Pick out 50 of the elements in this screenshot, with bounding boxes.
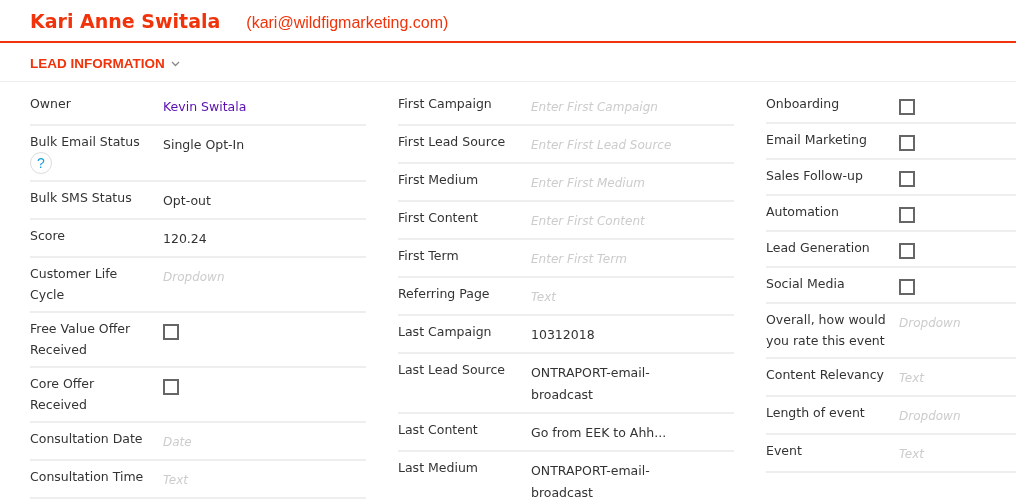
checkbox[interactable]: [899, 279, 915, 295]
help-icon[interactable]: ?: [30, 152, 52, 174]
field-label: Sales Follow-up: [766, 167, 864, 185]
field-label: First Content: [398, 209, 479, 227]
field-label: Score: [30, 227, 66, 245]
field-value: Go from EEK to Ahh...: [531, 424, 667, 442]
chevron-icon[interactable]: [170, 60, 180, 67]
field-label: Consultation Time: [30, 468, 145, 486]
checkbox[interactable]: [899, 171, 915, 187]
field-value: 120.24: [163, 230, 207, 248]
field-label: First Term: [398, 247, 460, 265]
field-value: Opt-out: [163, 192, 211, 210]
checkbox[interactable]: [163, 379, 179, 395]
checkbox[interactable]: [163, 324, 179, 340]
checkbox[interactable]: [899, 243, 915, 259]
checkbox[interactable]: [899, 99, 915, 115]
field-label: Consultation Date: [30, 430, 144, 448]
checkbox[interactable]: [899, 135, 915, 151]
field-value: ONTRAPORT-email-broadcast: [531, 462, 651, 502]
field-label: Lead Generation: [766, 239, 871, 257]
field-label: Bulk Email Status: [30, 133, 140, 151]
field-value: Single Opt-In: [163, 136, 245, 154]
field-label: Last Campaign: [398, 323, 493, 341]
section-toggle[interactable]: LEAD INFORMATION: [30, 56, 165, 71]
field-label: Automation: [766, 203, 840, 221]
field-label: Onboarding: [766, 95, 841, 113]
contact-name: Kari Anne Switala: [30, 10, 221, 32]
field-label: Bulk SMS Status: [30, 189, 133, 207]
field-label: Length of event: [766, 404, 866, 422]
field-label: Customer Life Cycle: [30, 265, 119, 304]
owner-link[interactable]: Kevin Switala: [163, 93, 247, 118]
field-label: Social Media: [766, 275, 846, 293]
field-label: Owner: [30, 95, 72, 113]
field-label: Overall, how would you rate this event: [766, 311, 886, 350]
field-label: Event: [766, 442, 803, 460]
field-label: First Campaign: [398, 95, 493, 113]
field-label: Last Lead Source: [398, 361, 506, 379]
field-value: 10312018: [531, 326, 595, 344]
field-label: Free Value Offer Received: [30, 320, 132, 359]
field-label: Last Medium: [398, 459, 479, 477]
contact-email: (kari@wildfigmarketing.com): [246, 14, 449, 32]
field-label: First Medium: [398, 171, 480, 189]
field-label: Referring Page: [398, 285, 491, 303]
field-label: Content Relevancy: [766, 366, 885, 384]
field-value: ONTRAPORT-email-broadcast: [531, 364, 651, 404]
field-label: Core Offer Received: [30, 375, 96, 414]
field-label: First Lead Source: [398, 133, 507, 151]
field-label: Email Marketing: [766, 131, 868, 149]
checkbox[interactable]: [899, 207, 915, 223]
field-label: Last Content: [398, 421, 479, 439]
